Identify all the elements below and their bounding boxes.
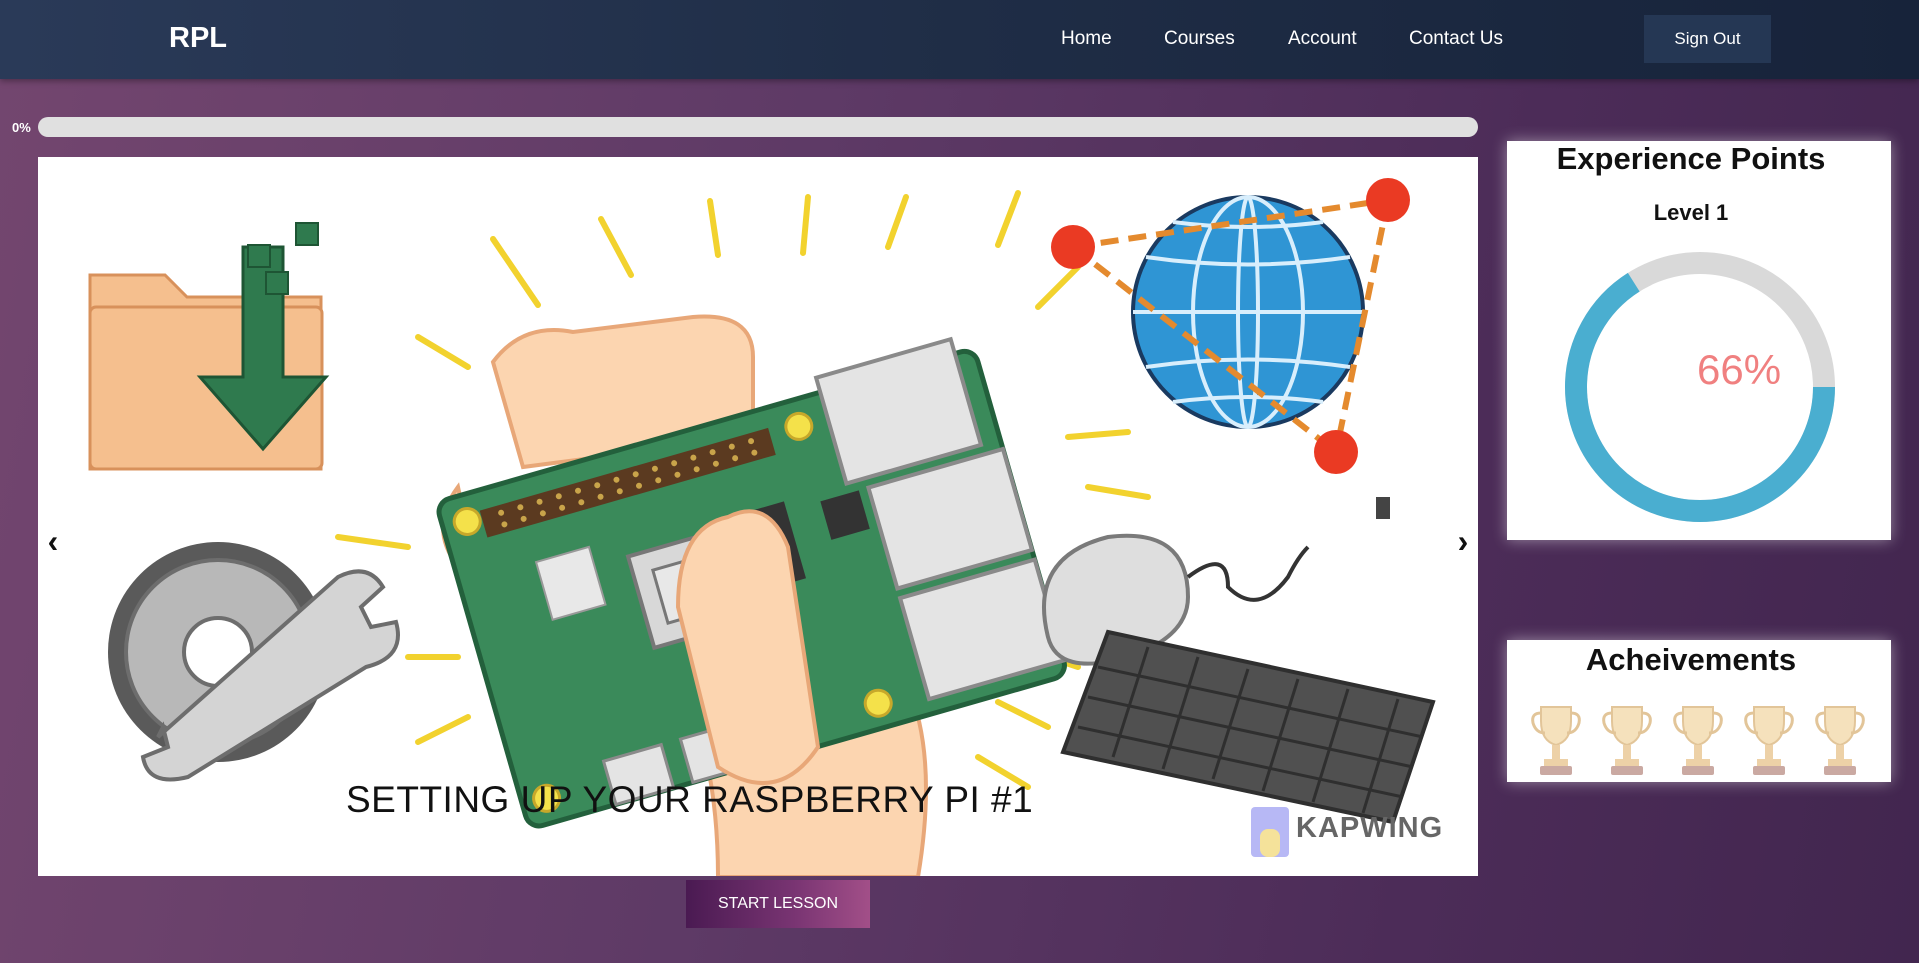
trophy-icon — [1744, 706, 1794, 775]
trophy-icon — [1531, 706, 1581, 775]
xp-percent: 66% — [1697, 346, 1782, 393]
achievements-card: Acheivements — [1507, 640, 1891, 782]
lesson-progress-bar — [38, 117, 1478, 137]
achievements-title: Acheivements — [1585, 642, 1797, 677]
trophy-icon — [1815, 706, 1865, 775]
start-lesson-button[interactable]: START LESSON — [686, 880, 870, 928]
chevron-left-icon[interactable]: ‹ — [38, 525, 68, 557]
raspberry-pi-illustration — [88, 178, 1436, 876]
nav-courses[interactable]: Courses — [1164, 28, 1235, 50]
brand-logo[interactable]: RPL — [169, 22, 227, 55]
progress-label: 0% — [12, 120, 31, 135]
nav-account[interactable]: Account — [1288, 28, 1357, 50]
trophy-icon — [1602, 706, 1652, 775]
nav-home[interactable]: Home — [1061, 28, 1112, 50]
trophy-list — [1529, 703, 1867, 778]
slide-title: SETTING UP YOUR RASPBERRY PI #1 — [346, 779, 1034, 820]
experience-points-title: Experience Points — [1556, 141, 1826, 176]
experience-points-card: Experience Points Level 1 66% — [1507, 141, 1891, 540]
chevron-right-icon[interactable]: › — [1448, 525, 1478, 557]
sign-out-button[interactable]: Sign Out — [1644, 15, 1771, 63]
nav-contact-us[interactable]: Contact Us — [1409, 28, 1503, 50]
lesson-carousel-slide: SETTING UP YOUR RASPBERRY PI #1 KAPWING — [38, 157, 1478, 876]
navbar: RPL Home Courses Account Contact Us Sign… — [0, 0, 1919, 79]
kapwing-watermark: KAPWING — [1296, 812, 1444, 844]
level-label: Level 1 — [1653, 200, 1729, 225]
trophy-icon — [1673, 706, 1723, 775]
